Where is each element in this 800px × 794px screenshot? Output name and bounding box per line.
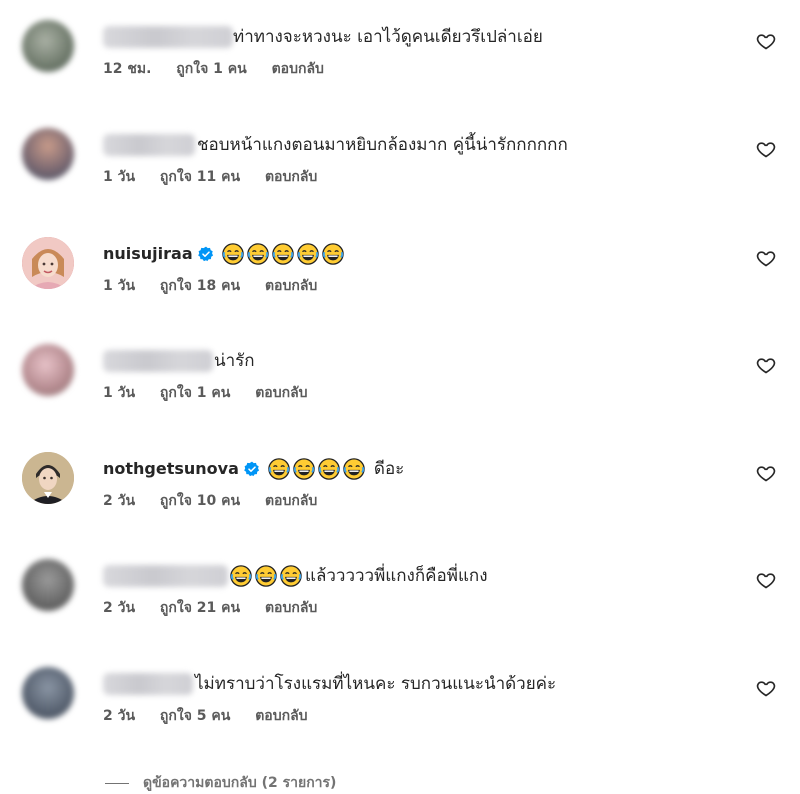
comment-item: น่ารัก 1 วัน ถูกใจ 1 คน ตอบกลับ — [0, 342, 800, 442]
emoji-group — [221, 243, 347, 265]
comment-meta: 1 วัน ถูกใจ 18 คน ตอบกลับ — [103, 275, 337, 297]
comment-time[interactable]: 2 วัน — [103, 493, 135, 509]
comment-item: ไม่ทราบว่าโรงแรมที่ไหนคะ รบกวนแนะนำด้วยค… — [0, 665, 800, 765]
reply-button[interactable]: ตอบกลับ — [265, 600, 317, 616]
face-with-tears-of-joy-icon — [318, 458, 340, 480]
heart-icon[interactable] — [756, 355, 776, 375]
face-with-tears-of-joy-icon — [230, 565, 252, 587]
comment-text: น่ารัก — [214, 351, 255, 371]
comment-item: nothgetsunova ดีอะ 2 วัน ถูกใจ 10 คน ตอบ… — [0, 450, 800, 550]
reply-button[interactable]: ตอบกลับ — [265, 493, 317, 509]
comment-text: แล้วววววพี่แกงก็คือพี่แกง — [305, 566, 488, 586]
comment-username[interactable]: nothgetsunova — [103, 456, 239, 482]
avatar-portrait-icon — [22, 237, 74, 289]
username-redacted[interactable] — [103, 673, 193, 695]
face-with-tears-of-joy-icon — [321, 243, 344, 265]
avatar[interactable] — [22, 667, 74, 719]
avatar[interactable] — [22, 452, 74, 504]
comment-text: ไม่ทราบว่าโรงแรมที่ไหนคะ รบกวนแนะนำด้วยค… — [195, 674, 557, 694]
comment-text-line: ชอบหน้าแกงตอนมาหยิบกล้องมาก คู่นี้น่ารัก… — [197, 132, 568, 158]
comment-likes[interactable]: ถูกใจ 1 คน — [176, 61, 246, 77]
comment-item: แล้วววววพี่แกงก็คือพี่แกง 2 วัน ถูกใจ 21… — [0, 557, 800, 657]
emoji-group — [268, 458, 368, 480]
heart-icon[interactable] — [756, 31, 776, 51]
comment-meta: 1 วัน ถูกใจ 1 คน ตอบกลับ — [103, 382, 328, 404]
comment-text-line: ไม่ทราบว่าโรงแรมที่ไหนคะ รบกวนแนะนำด้วยค… — [195, 671, 556, 697]
verified-badge-icon — [197, 246, 213, 262]
comment-meta: 2 วัน ถูกใจ 21 คน ตอบกลับ — [103, 597, 337, 619]
comment-time[interactable]: 12 ชม. — [103, 61, 151, 77]
comment-time[interactable]: 1 วัน — [103, 385, 135, 401]
comment-username[interactable]: nuisujiraa — [103, 241, 193, 267]
username-redacted[interactable] — [103, 26, 233, 48]
reply-button[interactable]: ตอบกลับ — [272, 61, 324, 77]
comment-time[interactable]: 2 วัน — [103, 600, 135, 616]
comment-likes[interactable]: ถูกใจ 10 คน — [160, 493, 240, 509]
face-with-tears-of-joy-icon — [293, 458, 315, 480]
comment-text-line: nothgetsunova ดีอะ — [103, 456, 404, 482]
face-with-tears-of-joy-icon — [280, 565, 302, 587]
view-replies-button[interactable]: ดูข้อความตอบกลับ (2 รายการ) — [105, 772, 336, 794]
comment-text-line: แล้วววววพี่แกงก็คือพี่แกง — [230, 563, 488, 589]
comment-likes[interactable]: ถูกใจ 5 คน — [160, 708, 230, 724]
comment-likes[interactable]: ถูกใจ 11 คน — [160, 169, 240, 185]
comment-text: ชอบหน้าแกงตอนมาหยิบกล้องมาก คู่นี้น่ารัก… — [197, 135, 568, 155]
comment-list: ท่าทางจะหวงนะ เอาไว้ดูคนเดียวรึเปล่าเอ่ย… — [0, 0, 800, 791]
username-redacted[interactable] — [103, 565, 228, 587]
face-with-tears-of-joy-icon — [296, 243, 319, 265]
username-redacted[interactable] — [103, 134, 195, 156]
face-with-tears-of-joy-icon — [271, 243, 294, 265]
reply-button[interactable]: ตอบกลับ — [255, 385, 307, 401]
comment-meta: 12 ชม. ถูกใจ 1 คน ตอบกลับ — [103, 58, 344, 80]
reply-button[interactable]: ตอบกลับ — [265, 278, 317, 294]
avatar[interactable] — [22, 20, 74, 72]
view-replies-label: ดูข้อความตอบกลับ (2 รายการ) — [143, 775, 337, 791]
heart-icon[interactable] — [756, 248, 776, 268]
comment-text: ดีอะ — [373, 459, 405, 479]
avatar-portrait-icon — [22, 452, 74, 504]
comment-text: ท่าทางจะหวงนะ เอาไว้ดูคนเดียวรึเปล่าเอ่ย — [233, 27, 543, 47]
face-with-tears-of-joy-icon — [255, 565, 277, 587]
comment-item: nuisujiraa 1 วัน ถูกใจ 18 คน ตอบกลับ — [0, 235, 800, 335]
comment-time[interactable]: 1 วัน — [103, 278, 135, 294]
heart-icon[interactable] — [756, 570, 776, 590]
avatar[interactable] — [22, 237, 74, 289]
comment-item: ชอบหน้าแกงตอนมาหยิบกล้องมาก คู่นี้น่ารัก… — [0, 126, 800, 226]
comment-likes[interactable]: ถูกใจ 18 คน — [160, 278, 240, 294]
comment-text-line: ท่าทางจะหวงนะ เอาไว้ดูคนเดียวรึเปล่าเอ่ย — [233, 24, 543, 50]
comment-time[interactable]: 2 วัน — [103, 708, 135, 724]
comment-text-line: น่ารัก — [214, 348, 255, 374]
heart-icon[interactable] — [756, 678, 776, 698]
face-with-tears-of-joy-icon — [221, 243, 244, 265]
reply-button[interactable]: ตอบกลับ — [255, 708, 307, 724]
heart-icon[interactable] — [756, 463, 776, 483]
avatar[interactable] — [22, 559, 74, 611]
comment-text-line: nuisujiraa — [103, 241, 347, 267]
comment-meta: 2 วัน ถูกใจ 5 คน ตอบกลับ — [103, 705, 328, 727]
view-replies-dash — [105, 782, 129, 784]
comment-meta: 1 วัน ถูกใจ 11 คน ตอบกลับ — [103, 166, 337, 188]
emoji-group — [230, 565, 305, 587]
comment-time[interactable]: 1 วัน — [103, 169, 135, 185]
comment-likes[interactable]: ถูกใจ 21 คน — [160, 600, 240, 616]
comment-item: ท่าทางจะหวงนะ เอาไว้ดูคนเดียวรึเปล่าเอ่ย… — [0, 18, 800, 118]
comment-meta: 2 วัน ถูกใจ 10 คน ตอบกลับ — [103, 490, 337, 512]
heart-icon[interactable] — [756, 139, 776, 159]
reply-button[interactable]: ตอบกลับ — [265, 169, 317, 185]
username-redacted[interactable] — [103, 350, 213, 372]
verified-badge-icon — [244, 461, 259, 477]
face-with-tears-of-joy-icon — [268, 458, 290, 480]
avatar[interactable] — [22, 128, 74, 180]
comment-likes[interactable]: ถูกใจ 1 คน — [160, 385, 230, 401]
face-with-tears-of-joy-icon — [343, 458, 365, 480]
avatar[interactable] — [22, 344, 74, 396]
face-with-tears-of-joy-icon — [246, 243, 269, 265]
